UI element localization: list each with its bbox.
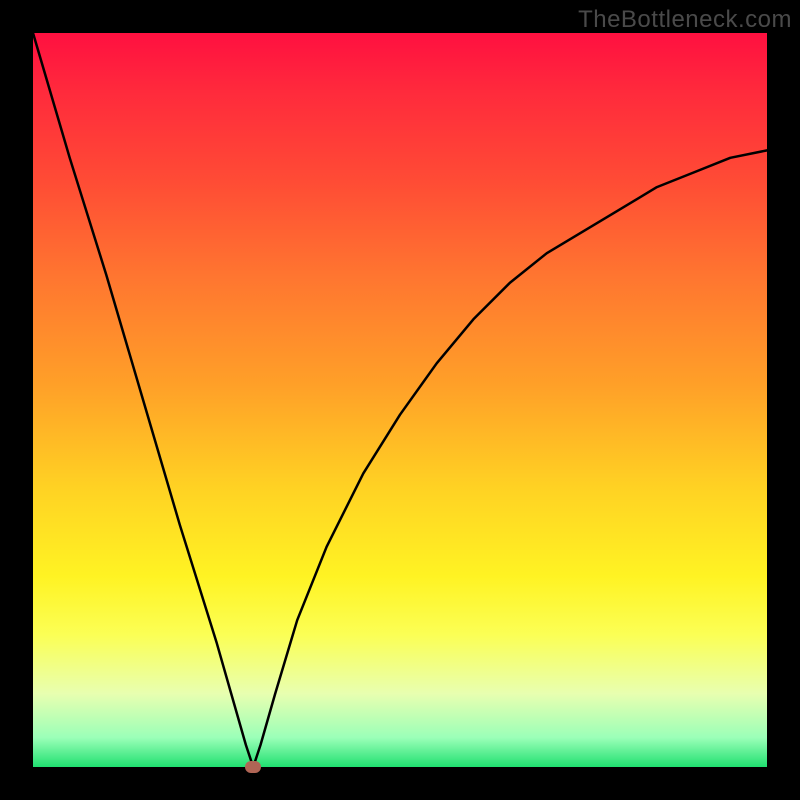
cusp-marker: [245, 761, 261, 773]
watermark-text: TheBottleneck.com: [578, 6, 792, 34]
bottleneck-curve: [33, 33, 767, 767]
plot-area: [33, 33, 767, 767]
chart-frame: TheBottleneck.com: [0, 0, 800, 800]
